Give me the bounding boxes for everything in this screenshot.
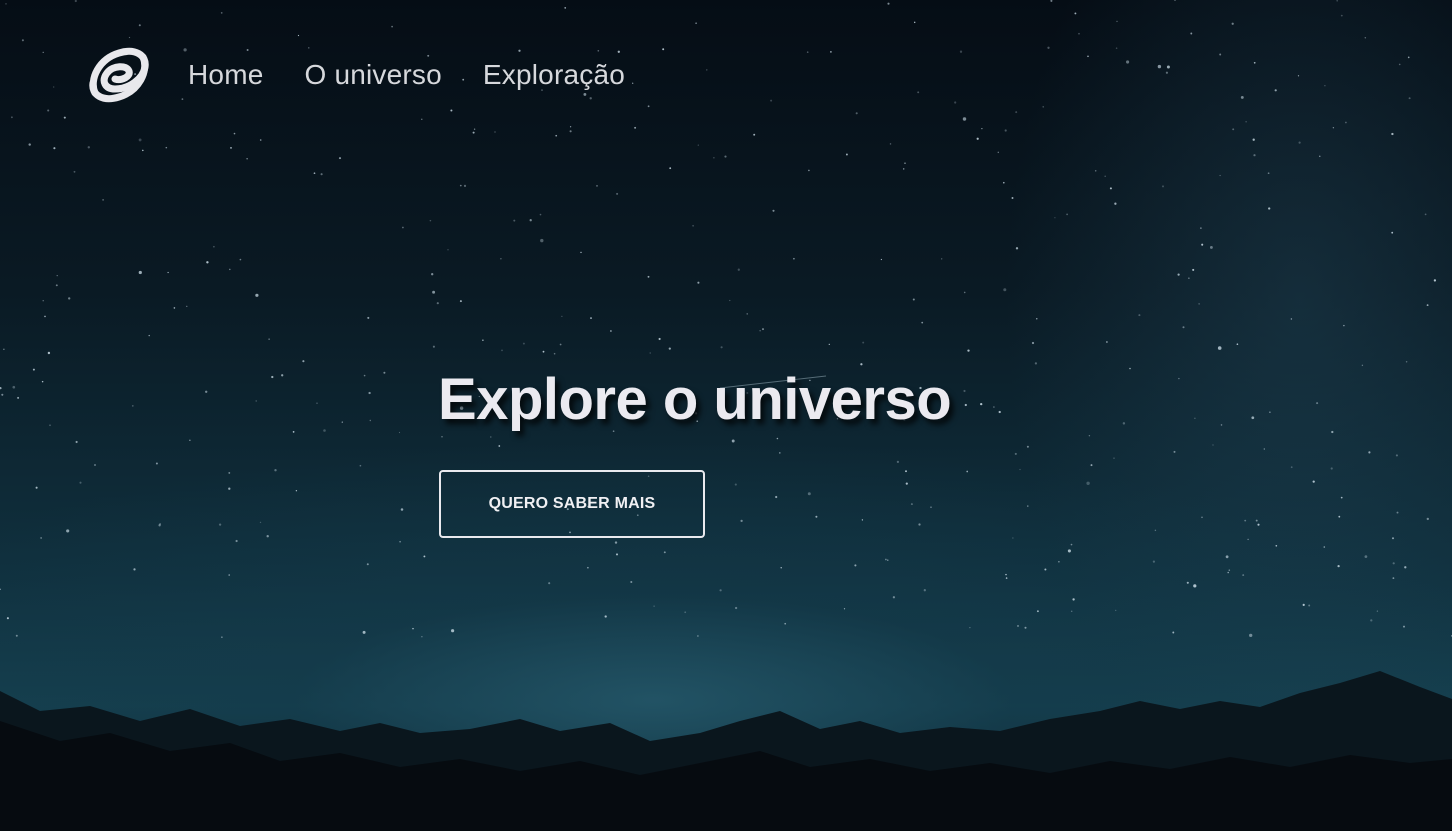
mountain-silhouette [0,671,1452,831]
learn-more-button[interactable]: QUERO SABER MAIS [439,470,705,538]
hero-headline: Explore o universo [438,367,952,432]
nav-link-exploracao[interactable]: Exploração [483,59,625,91]
hero-section: Home O universo Exploração Explore o uni… [0,0,1452,831]
nav-link-o-universo[interactable]: O universo [305,59,442,91]
nav-link-home[interactable]: Home [188,59,264,91]
galaxy-logo-icon[interactable] [86,42,152,108]
main-navbar: Home O universo Exploração [86,40,666,110]
